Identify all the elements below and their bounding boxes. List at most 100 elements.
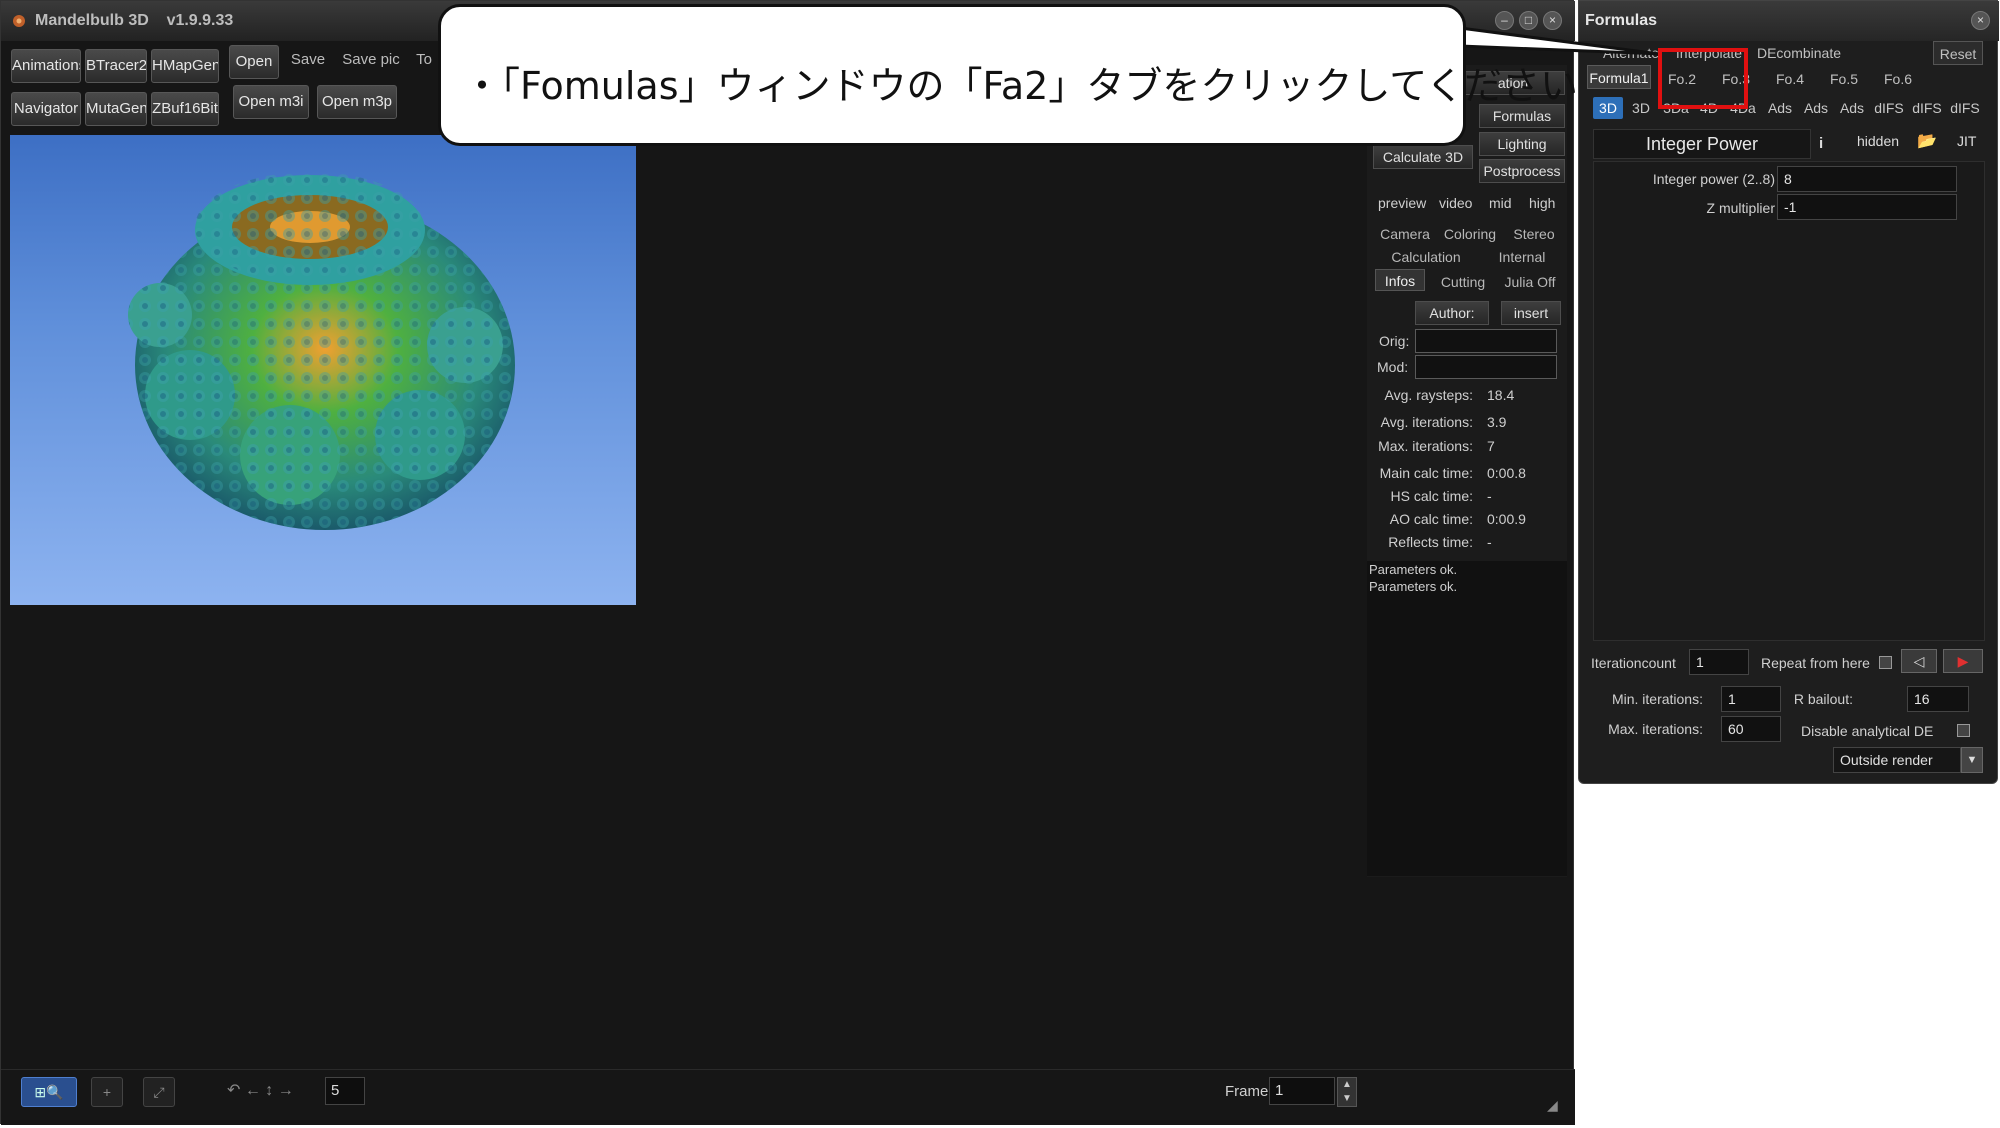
fullscreen-button[interactable]: ⤢ (143, 1077, 175, 1107)
param-label: Integer power (2..8) (1652, 171, 1775, 187)
resize-grip-icon[interactable]: ◢ (1547, 1097, 1563, 1113)
stat-label: Max. iterations: (1378, 438, 1473, 454)
save-button[interactable]: Save (285, 45, 331, 75)
stat-label: Main calc time: (1379, 465, 1473, 481)
hmapgen-button[interactable]: HMapGen (151, 49, 219, 83)
repeat-checkbox[interactable] (1879, 656, 1892, 669)
r-bailout-input[interactable]: 16 (1907, 686, 1969, 712)
frame-label: Frame: (1225, 1083, 1273, 1100)
subtab-ads[interactable]: Ads (1799, 97, 1833, 119)
subtab-3d[interactable]: 3D (1627, 97, 1655, 119)
quality-video[interactable]: video (1439, 195, 1472, 211)
formulas-close-button[interactable]: × (1971, 11, 1990, 30)
max-iterations-label: Max. iterations: (1608, 721, 1703, 737)
app-title: Mandelbulb 3D v1.9.9.33 (35, 12, 234, 29)
log-line: Parameters ok. (1369, 562, 1458, 577)
min-iterations-input[interactable]: 1 (1721, 686, 1781, 712)
navigator-button[interactable]: Navigator (11, 92, 81, 126)
instruction-text: ・「Fomulas」ウィンドウの「Fa2」タブをクリックしてください (463, 64, 1579, 108)
quality-preview[interactable]: preview (1378, 195, 1426, 211)
orig-label: Orig: (1379, 333, 1410, 349)
stat-value: 7 (1487, 438, 1495, 454)
frame-input[interactable]: 1 (1269, 1077, 1335, 1105)
zbuf16bit-button[interactable]: ZBuf16Bit (151, 92, 219, 126)
max-iterations-input[interactable]: 60 (1721, 716, 1781, 742)
instruction-callout: ・「Fomulas」ウィンドウの「Fa2」タブをクリックしてください (438, 4, 1578, 146)
render-image[interactable] (10, 135, 636, 605)
r-bailout-label: R bailout: (1793, 691, 1853, 707)
stat-label: Avg. raysteps: (1384, 387, 1473, 403)
quality-high[interactable]: high (1529, 195, 1555, 211)
mod-label: Mod: (1377, 359, 1409, 375)
subtab-ads[interactable]: Ads (1835, 97, 1869, 119)
mandelbulb-fractal-image (128, 172, 515, 530)
tab-fo6[interactable]: Fo.6 (1873, 67, 1923, 91)
jit-button[interactable]: JIT (1957, 133, 1976, 149)
stat-value: 0:00.8 (1487, 465, 1526, 481)
formula-name[interactable]: Integer Power (1593, 129, 1811, 159)
hidden-toggle[interactable]: hidden (1857, 133, 1899, 149)
iterationcount-input[interactable]: 1 (1689, 649, 1749, 675)
tab-infos[interactable]: Infos (1375, 269, 1425, 291)
subtab-difs[interactable]: dIFS (1947, 97, 1983, 119)
stat-value: 18.4 (1487, 387, 1515, 403)
tab-fo5[interactable]: Fo.5 (1819, 67, 1869, 91)
animations-button[interactable]: Animations (11, 49, 81, 83)
tab-cutting[interactable]: Cutting (1433, 271, 1493, 293)
subtab-difs[interactable]: dIFS (1871, 97, 1907, 119)
reset-button[interactable]: Reset (1933, 41, 1983, 65)
param-input[interactable]: 8 (1777, 166, 1957, 192)
subtab-ads[interactable]: Ads (1763, 97, 1797, 119)
zoom-select-button[interactable]: ⊞🔍 (21, 1077, 77, 1107)
repeat-label: Repeat from here (1761, 655, 1870, 671)
tab-coloring[interactable]: Coloring (1439, 223, 1501, 245)
tab-calculation[interactable]: Calculation (1379, 246, 1473, 268)
param-label: Z multiplier (1706, 200, 1775, 216)
mod-field[interactable] (1415, 355, 1557, 379)
tools-button[interactable]: To (409, 45, 439, 75)
insert-button[interactable]: insert (1501, 301, 1561, 325)
orig-field[interactable] (1415, 329, 1557, 353)
tab-fo4[interactable]: Fo.4 (1765, 67, 1815, 91)
disable-de-checkbox[interactable] (1957, 724, 1970, 737)
subtab-difs[interactable]: dIFS (1909, 97, 1945, 119)
param-input[interactable]: -1 (1777, 194, 1957, 220)
tab-stereo[interactable]: Stereo (1505, 223, 1563, 245)
stat-value: - (1487, 534, 1492, 550)
formula-info-button[interactable]: i (1819, 135, 1823, 152)
tab-camera[interactable]: Camera (1375, 223, 1435, 245)
tab-decombinate[interactable]: DEcombinate (1751, 41, 1847, 65)
lighting-button[interactable]: Lighting (1479, 132, 1565, 156)
quality-mid[interactable]: mid (1489, 195, 1512, 211)
stat-label: HS calc time: (1390, 488, 1473, 504)
open-m3p-button[interactable]: Open m3p (317, 85, 397, 119)
stat-value: 3.9 (1487, 414, 1507, 430)
navigation-arrows-icon[interactable]: ↶ ← ↕ → (227, 1073, 325, 1109)
move-right-button[interactable]: ▶ (1943, 649, 1983, 673)
calculate-3d-button[interactable]: Calculate 3D (1373, 145, 1473, 169)
highlight-box (1658, 48, 1748, 109)
folder-icon[interactable]: 📂 (1917, 131, 1937, 150)
log-area[interactable]: Parameters ok. Parameters ok. (1367, 561, 1567, 876)
move-left-button[interactable]: ◁ (1901, 649, 1937, 673)
author-button[interactable]: Author: (1415, 301, 1489, 325)
open-m3i-button[interactable]: Open m3i (233, 85, 309, 119)
tab-julia-off[interactable]: Julia Off (1497, 271, 1563, 293)
formulas-window: Formulas × Alternate Interpolate DEcombi… (1578, 0, 1999, 784)
tab-internal[interactable]: Internal (1487, 246, 1557, 268)
stat-value: - (1487, 488, 1492, 504)
step-input[interactable]: 5 (325, 1077, 365, 1105)
open-button[interactable]: Open (229, 45, 279, 79)
subtab-3d[interactable]: 3D (1593, 97, 1623, 119)
mutagen-button[interactable]: MutaGen (85, 92, 147, 126)
chevron-down-icon[interactable]: ▼ (1961, 747, 1983, 773)
stat-label: Reflects time: (1388, 534, 1473, 550)
iterationcount-label: Iterationcount (1591, 655, 1676, 671)
outside-render-select[interactable]: Outside render (1833, 747, 1961, 773)
postprocess-button[interactable]: Postprocess (1479, 159, 1565, 183)
main-window: Mandelbulb 3D v1.9.9.33 – □ × Animations… (0, 0, 1575, 1125)
save-pic-button[interactable]: Save pic (337, 45, 405, 75)
frame-spinner[interactable]: ▲ ▼ (1337, 1077, 1357, 1107)
btracer2-button[interactable]: BTracer2 (85, 49, 147, 83)
add-button[interactable]: + (91, 1077, 123, 1107)
